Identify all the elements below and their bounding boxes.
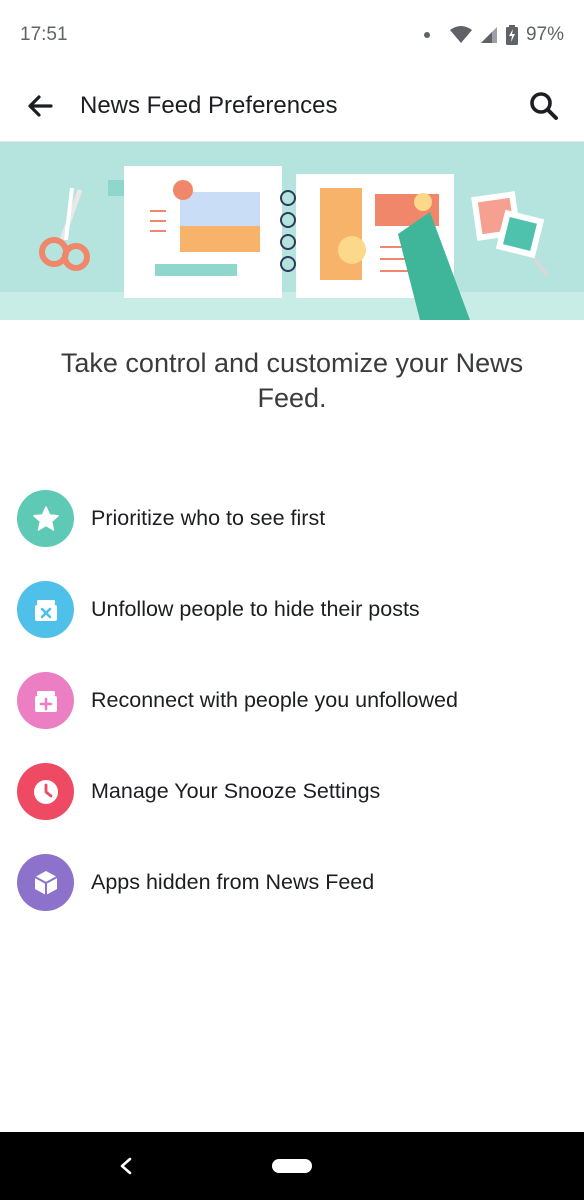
notification-dot-icon — [423, 32, 430, 38]
app-bar: News Feed Preferences — [0, 70, 584, 142]
status-time: 17:51 — [20, 24, 68, 45]
option-icon-circle — [17, 581, 74, 638]
status-icons: 97% — [423, 24, 564, 46]
nav-back-icon — [120, 1157, 132, 1175]
wifi-icon — [449, 26, 472, 43]
option-label: Reconnect with people you unfollowed — [91, 688, 458, 712]
option-icon-circle — [17, 672, 74, 729]
option-icon-circle — [17, 763, 74, 820]
search-button[interactable] — [522, 84, 566, 128]
hero-banner — [0, 142, 584, 320]
option-icon-circle — [17, 854, 74, 911]
option-snooze[interactable]: Manage Your Snooze Settings — [0, 746, 584, 837]
option-prioritize[interactable]: Prioritize who to see first — [0, 473, 584, 564]
cube-icon — [34, 870, 57, 895]
preferences-list: Prioritize who to see first Unfollow peo… — [0, 473, 584, 928]
option-label: Manage Your Snooze Settings — [91, 779, 381, 803]
nav-back-button[interactable] — [108, 1150, 144, 1182]
inbox-x-icon — [34, 599, 57, 621]
back-button[interactable] — [18, 84, 62, 128]
status-bar: 17:51 97% — [0, 0, 584, 70]
tagline: Take control and customize your News Fee… — [60, 348, 524, 413]
inbox-plus-icon — [34, 690, 57, 712]
battery-charging-icon — [505, 25, 518, 45]
option-label: Unfollow people to hide their posts — [91, 597, 420, 621]
page-title: News Feed Preferences — [80, 91, 338, 119]
option-label: Apps hidden from News Feed — [91, 870, 375, 894]
battery-percent: 97% — [525, 24, 564, 45]
search-icon — [530, 91, 558, 120]
system-nav-bar — [0, 1132, 584, 1200]
nav-home-pill[interactable] — [272, 1159, 312, 1173]
option-label: Prioritize who to see first — [91, 506, 326, 530]
scrapbook-illustration — [0, 142, 584, 320]
option-unfollow[interactable]: Unfollow people to hide their posts — [0, 564, 584, 655]
clock-icon — [33, 779, 58, 804]
option-reconnect[interactable]: Reconnect with people you unfollowed — [0, 655, 584, 746]
cell-signal-icon — [480, 27, 497, 43]
option-hidden-apps[interactable]: Apps hidden from News Feed — [0, 837, 584, 928]
arrow-left-icon — [28, 94, 53, 117]
star-icon — [32, 505, 59, 531]
option-icon-circle — [17, 490, 74, 547]
